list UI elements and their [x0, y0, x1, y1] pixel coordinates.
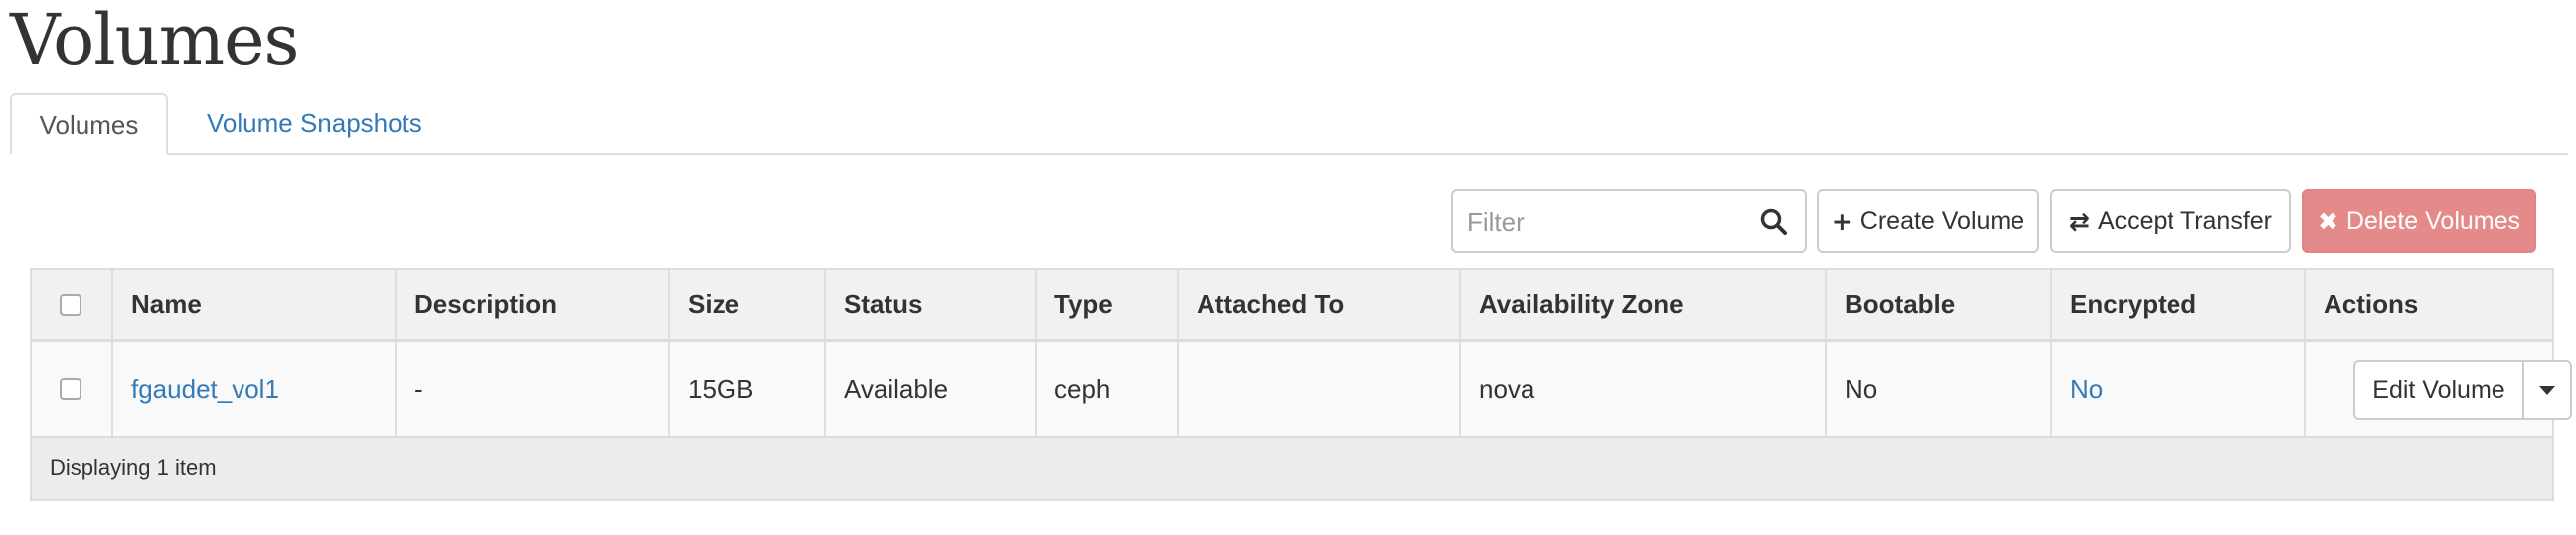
tab-volume-snapshots[interactable]: Volume Snapshots — [177, 93, 452, 153]
cell-description: - — [397, 342, 670, 436]
table-header-row: Name Description Size Status Type Attach… — [32, 270, 2552, 342]
delete-volumes-button[interactable]: ✖ Delete Volumes — [2302, 189, 2536, 253]
plus-icon: + — [1831, 206, 1852, 236]
search-icon[interactable] — [1759, 207, 1789, 237]
accept-transfer-label: Accept Transfer — [2097, 206, 2273, 235]
table-footer: Displaying 1 item — [32, 438, 2552, 499]
cell-size: 15GB — [670, 342, 826, 436]
row-actions-split-button: Edit Volume — [2353, 360, 2572, 420]
tab-bar: Volumes Volume Snapshots — [10, 93, 2568, 155]
column-header-status[interactable]: Status — [826, 270, 1037, 339]
column-header-bootable[interactable]: Bootable — [1827, 270, 2052, 339]
filter-input[interactable] — [1465, 191, 1757, 253]
cell-attached-to — [1179, 342, 1461, 436]
filter-field[interactable] — [1451, 189, 1807, 253]
tab-volumes[interactable]: Volumes — [10, 93, 168, 155]
cell-name: fgaudet_vol1 — [113, 342, 397, 436]
volumes-table: Name Description Size Status Type Attach… — [30, 268, 2572, 501]
table-row: fgaudet_vol1 - 15GB Available ceph nova … — [32, 342, 2572, 438]
cell-status: Available — [826, 342, 1037, 436]
column-header-encrypted[interactable]: Encrypted — [2052, 270, 2306, 339]
edit-volume-button[interactable]: Edit Volume — [2353, 360, 2524, 420]
cell-type: ceph — [1037, 342, 1179, 436]
create-volume-button[interactable]: + Create Volume — [1817, 189, 2039, 253]
row-checkbox[interactable] — [60, 378, 81, 400]
column-header-attached-to[interactable]: Attached To — [1179, 270, 1461, 339]
column-header-actions: Actions — [2324, 289, 2419, 319]
cell-encrypted: No — [2052, 342, 2306, 436]
transfer-icon: ⇄ — [2068, 206, 2090, 236]
encrypted-link[interactable]: No — [2070, 374, 2103, 405]
times-icon: ✖ — [2317, 206, 2338, 236]
cell-bootable: No — [1827, 342, 2052, 436]
delete-volumes-label: Delete Volumes — [2345, 206, 2521, 235]
actions-dropdown-toggle[interactable] — [2524, 360, 2572, 420]
volume-name-link[interactable]: fgaudet_vol1 — [131, 374, 279, 405]
column-header-description[interactable]: Description — [397, 270, 670, 339]
column-header-type[interactable]: Type — [1037, 270, 1179, 339]
select-all-checkbox[interactable] — [60, 293, 81, 316]
accept-transfer-button[interactable]: ⇄ Accept Transfer — [2050, 189, 2291, 253]
select-all-cell — [32, 270, 113, 339]
create-volume-label: Create Volume — [1859, 206, 2025, 235]
item-count-text: Displaying 1 item — [50, 455, 217, 480]
column-header-size[interactable]: Size — [670, 270, 826, 339]
page-title: Volumes — [10, 0, 299, 81]
cell-availability-zone: nova — [1461, 342, 1827, 436]
column-header-availability-zone[interactable]: Availability Zone — [1461, 270, 1827, 339]
column-header-name[interactable]: Name — [113, 270, 397, 339]
row-select-cell — [32, 342, 113, 436]
caret-down-icon — [2539, 385, 2555, 395]
